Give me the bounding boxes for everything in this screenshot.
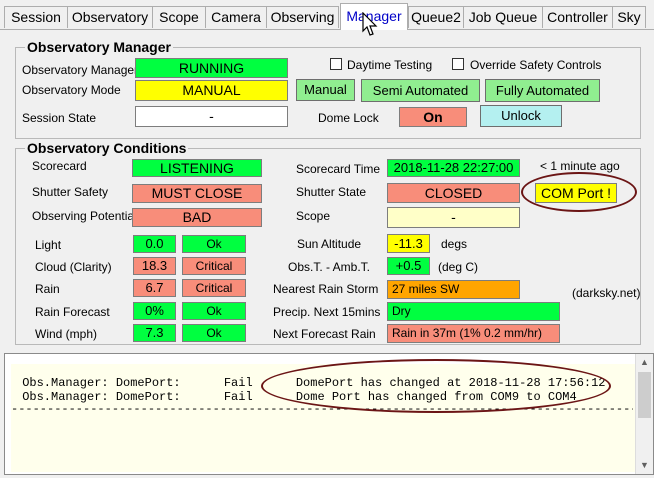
tab-queue2[interactable]: Queue2	[408, 6, 464, 28]
shutter-safety-status: MUST CLOSE	[132, 184, 262, 203]
next-forecast-rain-label: Next Forecast Rain	[273, 327, 376, 341]
log-scrollbar[interactable]: ▲ ▼	[635, 354, 653, 474]
dome-lock-status: On	[399, 107, 467, 127]
fully-automated-button[interactable]: Fully Automated	[485, 79, 600, 102]
tab-camera[interactable]: Camera	[205, 6, 267, 28]
rain-forecast-status: Ok	[182, 302, 246, 320]
darksky-label: (darksky.net)	[572, 286, 641, 300]
tab-observatory[interactable]: Observatory	[67, 6, 153, 28]
scorecard-status: LISTENING	[132, 159, 262, 177]
rain-forecast-label: Rain Forecast	[35, 305, 110, 319]
precip-next-label: Precip. Next 15mins	[273, 305, 381, 319]
daytime-testing-label: Daytime Testing	[347, 58, 433, 72]
daytime-testing-checkbox[interactable]	[330, 58, 342, 70]
obs-amb-temp-unit: (deg C)	[438, 260, 479, 274]
shutter-safety-label: Shutter Safety	[32, 185, 109, 199]
shutter-state-label: Shutter State	[296, 185, 367, 199]
observing-potential-label: Observing Potential	[32, 209, 137, 223]
dome-lock-label: Dome Lock	[318, 111, 379, 125]
tab-divider	[0, 29, 654, 30]
obs-amb-temp-value: +0.5	[387, 257, 430, 275]
tab-bar: Session Observatory Scope Camera Observi…	[0, 0, 654, 36]
scroll-down-icon[interactable]: ▼	[636, 457, 653, 474]
tab-controller[interactable]: Controller	[542, 6, 613, 28]
observatory-conditions-title: Observatory Conditions	[25, 140, 189, 156]
annotation-ellipse-log	[261, 359, 611, 413]
session-state-label: Session State	[22, 111, 97, 125]
obs-amb-temp-label: Obs.T. - Amb.T.	[288, 260, 371, 274]
light-value: 0.0	[133, 235, 176, 253]
rain-value: 6.7	[133, 279, 176, 297]
observing-potential-status: BAD	[132, 208, 262, 227]
annotation-ellipse-com-port	[521, 172, 637, 212]
rain-label: Rain	[35, 282, 60, 296]
precip-next-value: Dry	[387, 302, 560, 321]
scorecard-time-value: 2018-11-28 22:27:00	[387, 159, 520, 177]
next-forecast-rain-value: Rain in 37m (1% 0.2 mm/hr)	[387, 324, 560, 343]
tab-observing[interactable]: Observing	[266, 6, 339, 28]
wind-status: Ok	[182, 324, 246, 342]
scroll-thumb[interactable]	[638, 372, 651, 418]
light-status: Ok	[182, 235, 246, 253]
light-label: Light	[35, 238, 62, 252]
unlock-button[interactable]: Unlock	[480, 105, 562, 127]
override-safety-label: Override Safety Controls	[470, 58, 602, 72]
tab-session[interactable]: Session	[4, 6, 68, 28]
cloud-status: Critical	[182, 257, 246, 275]
om-label: Observatory Manager	[22, 63, 139, 77]
session-state-value: -	[135, 106, 288, 127]
scorecard-age: < 1 minute ago	[540, 159, 620, 173]
cloud-label: Cloud (Clarity)	[35, 260, 112, 274]
nearest-rain-label: Nearest Rain Storm	[273, 282, 379, 296]
tab-sky[interactable]: Sky	[612, 6, 646, 28]
sun-altitude-label: Sun Altitude	[297, 237, 362, 251]
log-panel[interactable]: Obs.Manager: DomePort: Fail DomePort has…	[4, 353, 654, 475]
nearest-rain-value: 27 miles SW	[387, 280, 520, 299]
semi-automated-button[interactable]: Semi Automated	[361, 79, 480, 102]
mode-status: MANUAL	[135, 80, 288, 101]
manual-button[interactable]: Manual	[296, 79, 355, 101]
observatory-manager-title: Observatory Manager	[25, 39, 173, 55]
shutter-state-value: CLOSED	[387, 183, 520, 203]
wind-value: 7.3	[133, 324, 176, 342]
cloud-value: 18.3	[133, 257, 176, 275]
rain-status: Critical	[182, 279, 246, 297]
scope-value: -	[387, 207, 520, 228]
scorecard-time-label: Scorecard Time	[296, 162, 381, 176]
scroll-up-icon[interactable]: ▲	[636, 354, 653, 371]
scorecard-label: Scorecard	[32, 159, 87, 173]
sun-altitude-unit: degs	[441, 237, 468, 251]
scope-label: Scope	[296, 209, 331, 223]
mouse-cursor-icon	[362, 12, 378, 36]
sun-altitude-value: -11.3	[387, 234, 430, 253]
mode-label: Observatory Mode	[22, 83, 121, 97]
tab-scope[interactable]: Scope	[152, 6, 206, 28]
wind-label: Wind (mph)	[35, 327, 98, 341]
override-safety-checkbox[interactable]	[452, 58, 464, 70]
om-status: RUNNING	[135, 58, 288, 78]
rain-forecast-value: 0%	[133, 302, 176, 320]
tab-job-queue[interactable]: Job Queue	[463, 6, 543, 28]
